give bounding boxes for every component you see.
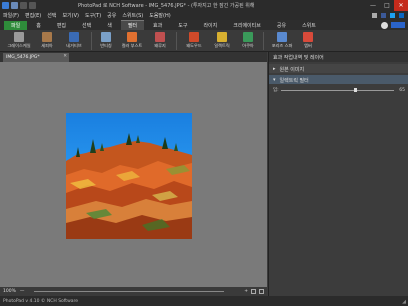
zoom-level: 100% — [3, 289, 16, 294]
grayscale-icon — [14, 32, 24, 42]
close-tab-icon[interactable]: ✕ — [63, 54, 67, 59]
status-bar: PhotoPad v 4.10 © NCH Software ◢ — [0, 296, 408, 306]
close-button[interactable]: ✕ — [394, 0, 408, 11]
tab-effects[interactable]: 효과 — [146, 21, 169, 30]
color-boost-button[interactable]: 컬러 부스트 — [117, 30, 147, 52]
sepia-icon — [42, 32, 52, 42]
section-original-image[interactable]: ▸ 원본 이미지 — [269, 64, 408, 73]
collapse-arrow-icon[interactable]: ▾ — [273, 77, 276, 83]
tab-creative[interactable]: 크리에이티브 — [226, 21, 268, 30]
ember-icon — [303, 32, 313, 42]
menu-bar: 파일(F) 편집(E) 선택 보기(V) 도구(T) 공유 스위트(S) 도움말… — [0, 11, 408, 20]
tab-home[interactable]: 홈 — [29, 21, 48, 30]
tab-layers[interactable]: 라이지 — [196, 21, 224, 30]
menu-help[interactable]: 도움말(H) — [149, 12, 170, 19]
oil-icon — [155, 32, 165, 42]
facebook-icon[interactable] — [381, 13, 386, 18]
document-tabs: IMG_5476.JPG* ✕ — [0, 52, 267, 62]
menu-select[interactable]: 선택 — [47, 12, 56, 19]
help-icon[interactable] — [381, 21, 388, 29]
flag-icon[interactable] — [372, 13, 377, 18]
window-title: PhotoPad 로 NCH Software - IMG_5476.JPG* … — [78, 3, 255, 9]
version-text: PhotoPad v 4.10 © NCH Software — [3, 298, 79, 304]
photo-image — [66, 113, 192, 239]
tab-edit[interactable]: 편집 — [50, 21, 73, 30]
title-bar: PhotoPad 로 NCH Software - IMG_5476.JPG* … — [0, 0, 408, 11]
intensity-value: 65 — [399, 87, 405, 93]
ribbon-toolbar: 그레이스케일 세피아 네거티브 반티칭 컬러 부스트 왜루지 왜도우드 일렉트릭… — [0, 30, 408, 52]
electric-icon — [217, 32, 227, 42]
resize-grip-icon[interactable]: ◢ — [402, 299, 406, 305]
tab-file[interactable]: 파일 — [4, 20, 28, 30]
aqua-button[interactable]: 아쿠아 — [236, 30, 260, 52]
aqua-icon — [243, 32, 253, 42]
electric-button[interactable]: 일렉트릭 — [208, 30, 236, 52]
color-boost-icon — [127, 32, 137, 42]
panel-header: 효과 작업내역 및 레이어 — [269, 52, 408, 62]
shadow-icon — [189, 32, 199, 42]
ribbon-divider — [263, 32, 264, 50]
tab-filter[interactable]: 필터 — [120, 20, 145, 30]
sepia-button[interactable]: 세피아 — [34, 30, 60, 52]
tab-suite[interactable]: 스위트 — [295, 21, 323, 30]
menu-edit[interactable]: 편집(E) — [25, 12, 41, 19]
ember-button[interactable]: 엠버 — [297, 30, 319, 52]
oil-button[interactable]: 왜루지 — [147, 30, 173, 52]
menu-file[interactable]: 파일(F) — [3, 12, 19, 19]
ribbon-divider — [176, 32, 177, 50]
intensity-slider[interactable] — [281, 90, 394, 91]
redo-icon[interactable] — [29, 2, 36, 9]
image-canvas[interactable] — [0, 62, 267, 287]
linkedin-icon[interactable] — [399, 13, 404, 18]
zoom-out-button[interactable]: — — [20, 289, 25, 294]
app-icon — [2, 2, 9, 9]
nch-logo — [391, 22, 405, 28]
document-tab[interactable]: IMG_5476.JPG* ✕ — [3, 53, 69, 62]
menu-tools[interactable]: 도구(T) — [85, 12, 101, 19]
shadow-button[interactable]: 왜도우드 — [180, 30, 208, 52]
menu-suite[interactable]: 스위트(S) — [122, 12, 143, 19]
zoom-slider[interactable] — [34, 291, 224, 292]
posterize-button[interactable]: 반티칭 — [95, 30, 117, 52]
zoom-bar: 100% — + — [0, 287, 267, 296]
ribbon-tabs: 파일 홈 편집 선택 색 필터 효과 도구 라이지 크리에이티브 공유 스위트 — [0, 20, 408, 30]
menu-view[interactable]: 보기(V) — [62, 12, 79, 19]
undo-icon[interactable] — [20, 2, 27, 9]
tab-share[interactable]: 공유 — [270, 21, 293, 30]
grayscale-button[interactable]: 그레이스케일 — [4, 30, 34, 52]
zoom-in-button[interactable]: + — [244, 289, 248, 294]
freeze-icon — [277, 32, 287, 42]
ribbon-divider — [91, 32, 92, 50]
effects-panel: 효과 작업내역 및 레이어 ▸ 원본 이미지 ▾ 일렉트릭 필터 임: 65 — [268, 52, 408, 296]
freeze-button[interactable]: 포리즈 스파 — [267, 30, 297, 52]
maximize-button[interactable]: □ — [380, 0, 394, 11]
posterize-icon — [101, 32, 111, 42]
save-icon[interactable] — [11, 2, 18, 9]
section-electric-filter[interactable]: ▾ 일렉트릭 필터 — [269, 75, 408, 84]
tab-select[interactable]: 선택 — [75, 21, 98, 30]
negative-icon — [69, 32, 79, 42]
intensity-label: 임: — [273, 88, 279, 93]
minimize-button[interactable]: — — [366, 0, 380, 11]
menu-share[interactable]: 공유 — [107, 12, 116, 19]
tab-color[interactable]: 색 — [100, 21, 119, 30]
intensity-control: 임: 65 — [269, 84, 408, 96]
tab-tools[interactable]: 도구 — [171, 21, 194, 30]
expand-arrow-icon[interactable]: ▸ — [273, 66, 276, 72]
actual-size-icon[interactable] — [259, 289, 264, 294]
intensity-thumb[interactable] — [354, 88, 357, 92]
fit-icon[interactable] — [251, 289, 256, 294]
twitter-icon[interactable] — [390, 13, 395, 18]
negative-button[interactable]: 네거티브 — [60, 30, 88, 52]
